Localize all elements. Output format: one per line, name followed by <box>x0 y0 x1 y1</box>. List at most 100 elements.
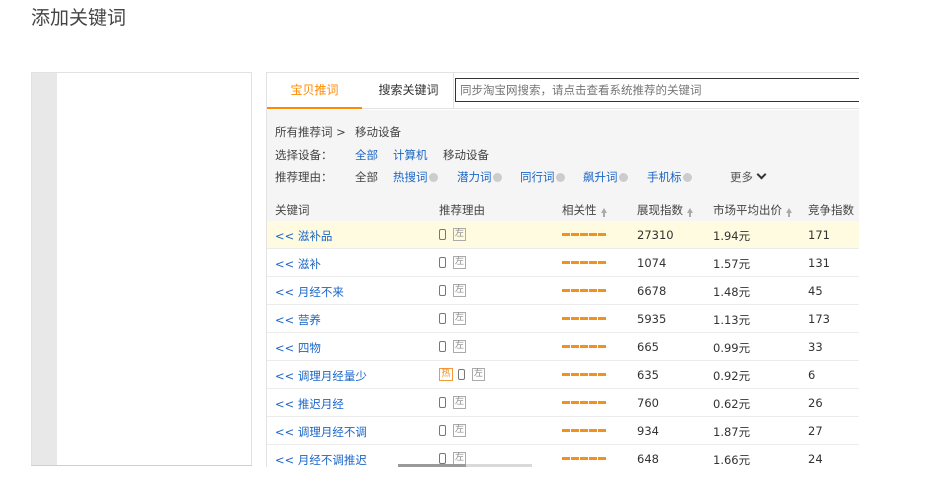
keyword-add-link[interactable]: << 滋补品 <box>275 228 332 244</box>
reason-option-hot[interactable]: 热搜词 <box>393 169 438 185</box>
relevance-segment <box>598 289 606 292</box>
device-option-mobile[interactable]: 移动设备 <box>443 147 489 163</box>
keyword-search-input[interactable] <box>455 78 859 102</box>
device-option-computer[interactable]: 计算机 <box>393 147 428 163</box>
info-icon <box>682 173 692 182</box>
relevance-segment <box>580 233 588 236</box>
relevance-segment <box>571 457 579 460</box>
reason-option-mobile-tag[interactable]: 手机标 <box>647 169 692 185</box>
reason-icons: 热左 <box>439 367 485 381</box>
reason-icons: 左 <box>439 451 466 465</box>
relevance-segment <box>598 429 606 432</box>
relevance-segment <box>580 261 588 264</box>
page-title: 添加关键词 <box>31 7 127 29</box>
competition-cell: 33 <box>808 340 823 354</box>
reason-option-all[interactable]: 全部 <box>355 169 378 185</box>
relevance-segment <box>571 261 579 264</box>
device-filter-label: 选择设备： <box>275 148 333 162</box>
relevance-segment <box>571 429 579 432</box>
horizontal-scrollbar[interactable] <box>398 464 532 467</box>
reason-filter-label: 推荐理由： <box>275 170 333 184</box>
left-badge-icon: 左 <box>453 396 466 409</box>
competition-cell: 24 <box>808 452 823 466</box>
mobile-phone-icon <box>439 341 446 352</box>
header-relevance[interactable]: 相关性 <box>562 202 607 218</box>
relevance-segment <box>580 457 588 460</box>
reason-icons: 左 <box>439 423 466 437</box>
mobile-phone-icon <box>458 369 465 380</box>
relevance-segment <box>580 289 588 292</box>
keyword-add-link[interactable]: << 调理月经量少 <box>275 368 367 384</box>
keyword-panel: 宝贝推词 搜索关键词 所有推荐词 > 移动设备 选择设备： 全部 计算机 移动设… <box>266 72 859 467</box>
reason-option-mobile-tag-label: 手机标 <box>647 170 682 184</box>
header-avg-price[interactable]: 市场平均出价 <box>713 202 792 218</box>
reason-icons: 左 <box>439 283 466 297</box>
table-row: << 调理月经不调 左 934 1.87元 27 <box>267 417 859 445</box>
keyword-add-link[interactable]: << 四物 <box>275 340 321 356</box>
info-icon <box>618 173 628 182</box>
relevance-segment <box>598 457 606 460</box>
relevance-segment <box>589 317 597 320</box>
device-option-all[interactable]: 全部 <box>355 147 378 163</box>
keyword-add-link[interactable]: << 调理月经不调 <box>275 424 367 440</box>
tab-item-recommend[interactable]: 宝贝推词 <box>267 73 362 109</box>
relevance-segment <box>589 261 597 264</box>
table-row: << 营养 左 5935 1.13元 173 <box>267 305 859 333</box>
header-impressions[interactable]: 展现指数 <box>637 202 693 218</box>
competition-cell: 27 <box>808 424 823 438</box>
impressions-cell: 635 <box>637 368 659 382</box>
tab-search-keyword[interactable]: 搜索关键词 <box>364 73 454 109</box>
relevance-segment <box>562 289 570 292</box>
reason-option-rising[interactable]: 飙升词 <box>583 169 628 185</box>
relevance-segment <box>589 401 597 404</box>
mobile-phone-icon <box>439 425 446 436</box>
competition-cell: 45 <box>808 284 823 298</box>
impressions-cell: 760 <box>637 396 659 410</box>
chevron-down-icon <box>756 169 767 180</box>
tab-bar: 宝贝推词 搜索关键词 <box>267 73 859 109</box>
header-reason: 推荐理由 <box>439 203 485 217</box>
avg-price-cell: 1.94元 <box>713 229 751 243</box>
relevance-segment <box>598 233 606 236</box>
keyword-add-link[interactable]: << 月经不调推迟 <box>275 452 367 467</box>
relevance-segment <box>571 317 579 320</box>
relevance-segment <box>598 373 606 376</box>
mobile-phone-icon <box>439 229 446 240</box>
scrollbar-thumb[interactable] <box>398 464 466 467</box>
relevance-segment <box>589 345 597 348</box>
relevance-segment <box>562 401 570 404</box>
reason-option-peer[interactable]: 同行词 <box>520 169 565 185</box>
impressions-cell: 665 <box>637 340 659 354</box>
relevance-segment <box>571 345 579 348</box>
relevance-segment <box>598 261 606 264</box>
reason-icons: 左 <box>439 311 466 325</box>
hot-badge-icon: 热 <box>439 368 453 381</box>
left-badge-icon: 左 <box>453 312 466 325</box>
keyword-add-link[interactable]: << 滋补 <box>275 256 321 272</box>
header-avg-price-label: 市场平均出价 <box>713 203 782 217</box>
relevance-segment <box>571 233 579 236</box>
keyword-add-link[interactable]: << 月经不来 <box>275 284 344 300</box>
relevance-bar <box>562 429 607 443</box>
relevance-segment <box>562 317 570 320</box>
relevance-bar <box>562 345 607 359</box>
table-row: << 滋补 左 1074 1.57元 131 <box>267 249 859 277</box>
relevance-segment <box>580 317 588 320</box>
breadcrumb-root[interactable]: 所有推荐词 > <box>275 124 346 140</box>
keyword-add-link[interactable]: << 营养 <box>275 312 321 328</box>
reason-icons: 左 <box>439 395 466 409</box>
more-reasons-button[interactable]: 更多 <box>730 169 767 185</box>
more-reasons-label: 更多 <box>730 170 753 184</box>
keyword-add-link[interactable]: << 推迟月经 <box>275 396 344 412</box>
relevance-segment <box>562 457 570 460</box>
impressions-cell: 934 <box>637 424 659 438</box>
left-badge-icon: 左 <box>453 256 466 269</box>
reason-option-potential[interactable]: 潜力词 <box>457 169 502 185</box>
avg-price-cell: 1.87元 <box>713 425 751 439</box>
left-column-divider <box>31 465 252 466</box>
mobile-phone-icon <box>439 453 446 464</box>
breadcrumb-current: 移动设备 <box>355 125 401 139</box>
relevance-segment <box>589 233 597 236</box>
relevance-segment <box>571 289 579 292</box>
reason-icons: 左 <box>439 255 466 269</box>
